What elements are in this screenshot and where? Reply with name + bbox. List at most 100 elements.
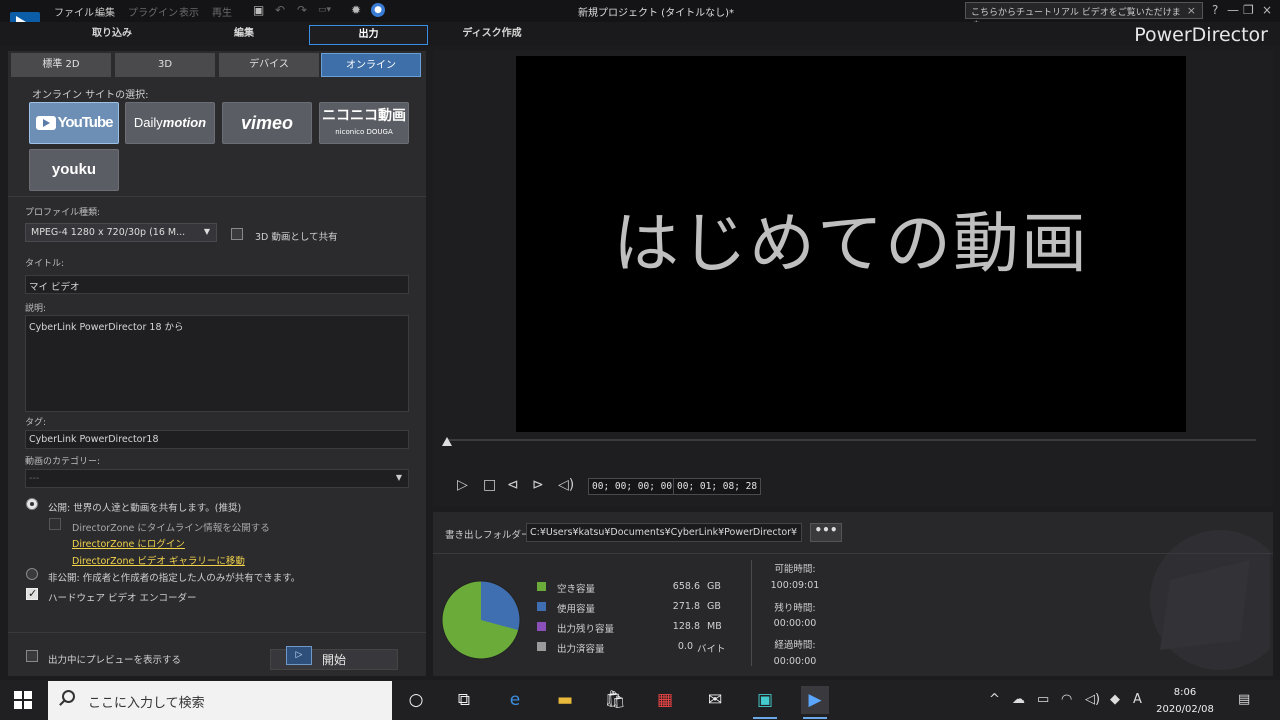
share-3d-checkbox[interactable] [231, 228, 243, 240]
previous-frame-icon[interactable]: ⊲ [507, 477, 519, 493]
profile-select[interactable]: MPEG-4 1280 x 720/30p (16 M... ▼ [25, 223, 217, 242]
profile-label: プロファイル種類: [25, 208, 101, 218]
file-explorer-icon[interactable]: ▬ [551, 686, 579, 714]
ime-indicator[interactable]: A [1133, 692, 1142, 707]
volume-icon[interactable]: ◁) [558, 477, 574, 493]
wifi-icon[interactable]: ◠ [1061, 692, 1072, 707]
tag-input[interactable]: CyberLink PowerDirector18 [25, 430, 409, 449]
undo-icon[interactable]: ↶ [275, 3, 285, 17]
vimeo-label: vimeo [240, 113, 294, 133]
tab-edit[interactable]: 編集 [192, 25, 296, 45]
close-window-button[interactable]: × [1262, 3, 1272, 17]
show-hidden-icons[interactable]: ^ [989, 692, 1000, 707]
menu-plugins[interactable]: プラグイン [128, 4, 178, 19]
description-textarea[interactable]: CyberLink PowerDirector 18 から [25, 315, 409, 412]
title-label: タイトル: [25, 259, 65, 269]
redo-icon[interactable]: ↷ [297, 3, 307, 17]
windows-start-icon[interactable] [14, 691, 32, 709]
disk-usage-pie-chart [441, 580, 521, 660]
speaker-icon[interactable]: ◁) [1085, 692, 1100, 707]
menu-edit[interactable]: 編集 [95, 4, 115, 19]
subtab-online[interactable]: オンライン [321, 53, 421, 77]
timeline-scrubber[interactable] [446, 439, 1256, 441]
browse-folder-button[interactable]: ••• [810, 523, 842, 542]
tag-label: タグ: [25, 418, 47, 428]
site-youku-button[interactable]: youku [29, 149, 119, 191]
niconico-sub-label: niconico DOUGA [335, 128, 393, 136]
current-timecode: 00; 00; 00; 00 [588, 478, 677, 495]
divider [8, 632, 426, 633]
tab-create-disc[interactable]: ディスク作成 [440, 25, 544, 45]
legend-produced-swatch [537, 642, 546, 651]
rotate-icon[interactable]: ▭▾ [318, 5, 331, 15]
menu-view[interactable]: 表示 [179, 4, 199, 19]
task-view-icon[interactable]: ⧉ [450, 686, 478, 714]
action-center-icon[interactable]: ▤ [1238, 692, 1250, 707]
hw-encoder-checkbox[interactable] [26, 587, 38, 600]
subtab-standard-2d[interactable]: 標準 2D [11, 53, 111, 77]
tutorial-banner[interactable]: こちらからチュートリアル ビデオをご覧いただけます。 × [965, 2, 1203, 31]
title-input[interactable]: マイ ビデオ [25, 275, 409, 294]
stop-icon[interactable]: □ [483, 477, 496, 493]
screen-recorder-icon[interactable]: ▣ [751, 686, 779, 719]
niconico-label: ニコニコ動画 [322, 108, 406, 124]
notification-bell-icon[interactable]: ● [371, 3, 385, 17]
store-icon[interactable]: 🛍 [601, 686, 629, 714]
edge-browser-icon[interactable]: e [501, 686, 529, 714]
play-icon[interactable]: ▷ [457, 477, 468, 493]
help-button[interactable]: ? [1212, 3, 1218, 17]
dz-gallery-link[interactable]: DirectorZone ビデオ ギャラリーに移動 [72, 553, 245, 567]
tab-capture[interactable]: 取り込み [60, 25, 164, 45]
chevron-down-icon: ▼ [203, 227, 210, 236]
onedrive-icon[interactable]: ☁ [1012, 692, 1025, 707]
scrubber-handle[interactable] [442, 437, 452, 446]
legend-used-unit: GB [707, 601, 721, 612]
menu-file[interactable]: ファイル [54, 4, 94, 19]
mail-icon[interactable]: ✉ [701, 686, 729, 714]
legend-used-value: 271.8 [672, 601, 700, 612]
cortana-icon[interactable]: ○ [402, 686, 430, 714]
public-radio[interactable] [26, 498, 38, 510]
divider [433, 553, 1273, 554]
save-icon[interactable]: ▣ [253, 3, 264, 17]
settings-gear-icon[interactable]: ✹ [351, 3, 361, 17]
tab-produce[interactable]: 出力 [309, 25, 428, 45]
total-timecode: 00; 01; 08; 28 [673, 478, 762, 495]
subtab-3d[interactable]: 3D [115, 53, 215, 77]
private-radio[interactable] [26, 568, 38, 580]
watermark-decoration [1150, 530, 1270, 670]
legend-free-unit: GB [707, 581, 721, 592]
video-preview: はじめての動画 [516, 56, 1186, 432]
legend-free-label: 空き容量 [557, 584, 596, 595]
battery-icon[interactable]: ▭ [1037, 692, 1049, 707]
available-time-label: 可能時間: [774, 564, 816, 575]
site-vimeo-button[interactable]: vimeo [222, 102, 312, 144]
category-select[interactable]: --- ▼ [25, 469, 409, 488]
legend-free-swatch [537, 582, 546, 591]
taskbar-search-box[interactable]: ここに入力して検索 [48, 681, 392, 720]
minimize-button[interactable]: — [1227, 3, 1239, 17]
site-niconico-button[interactable]: ニコニコ動画 niconico DOUGA [319, 102, 409, 144]
restore-button[interactable]: ❐ [1243, 3, 1254, 17]
divider [8, 196, 426, 197]
subtab-device[interactable]: デバイス [219, 53, 319, 77]
export-folder-input[interactable]: C:¥Users¥katsu¥Documents¥CyberLink¥Power… [526, 523, 802, 542]
preview-checkbox[interactable] [26, 650, 38, 662]
close-icon[interactable]: × [1187, 4, 1196, 17]
brand-title: PowerDirector [1134, 24, 1268, 46]
dz-timeline-checkbox[interactable] [49, 518, 61, 530]
next-frame-icon[interactable]: ⊳ [532, 477, 544, 493]
site-youtube-button[interactable]: YouTube [29, 102, 119, 144]
legend-used-swatch [537, 602, 546, 611]
available-time-value: 100:09:01 [770, 580, 820, 591]
elapsed-time-label: 経過時間: [774, 640, 816, 651]
clock-date: 2020/02/08 [1156, 704, 1214, 715]
powerdirector-taskbar-icon[interactable]: ▶ [801, 686, 829, 719]
dropbox-icon[interactable]: ◆ [1110, 692, 1120, 707]
gift-app-icon[interactable]: ▦ [651, 686, 679, 714]
menu-play[interactable]: 再生 [212, 4, 232, 19]
site-dailymotion-button[interactable]: Dailymotion [125, 102, 215, 144]
taskbar-clock[interactable]: 8:06 2020/02/08 [1150, 684, 1220, 718]
dz-login-link[interactable]: DirectorZone にログイン [72, 536, 185, 550]
public-label: 公開: 世界の人達と動画を共有します。(推奨) [48, 503, 242, 514]
